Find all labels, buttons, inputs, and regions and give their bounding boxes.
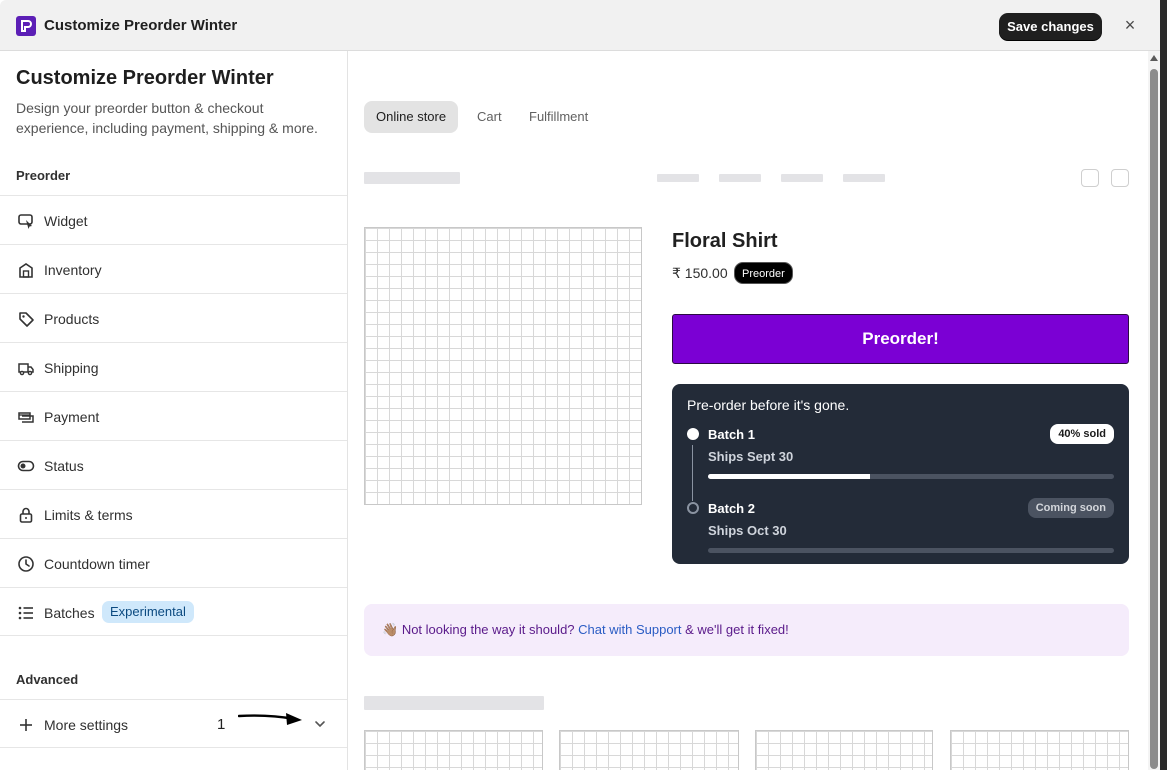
sidebar-item-label: Shipping <box>44 360 99 376</box>
tab-online-store[interactable]: Online store <box>364 101 459 133</box>
support-text-after: & we'll get it fixed! <box>685 622 789 637</box>
experimental-badge: Experimental <box>102 601 194 623</box>
related-product-image-placeholder <box>559 730 739 770</box>
waving-hand-icon: 👋🏽 <box>382 622 399 637</box>
plus-icon <box>20 719 32 731</box>
scroll-up-arrow-icon[interactable] <box>1150 55 1158 61</box>
window-edge <box>1160 0 1167 770</box>
sidebar-item-label: Batches <box>44 605 95 621</box>
sidebar-item-products[interactable]: Products <box>0 293 347 342</box>
widget-cursor-icon <box>18 214 33 229</box>
batch-status-badge: Coming soon <box>1027 498 1114 518</box>
chat-with-support-link[interactable]: Chat with Support <box>578 622 681 637</box>
tag-icon <box>19 312 34 327</box>
sidebar-item-payment[interactable]: Payment <box>0 391 347 440</box>
placeholder-nav-link <box>657 174 699 182</box>
tab-fulfillment[interactable]: Fulfillment <box>529 101 588 133</box>
sidebar-item-label: Status <box>44 458 84 474</box>
placeholder-nav-link <box>719 174 761 182</box>
support-banner: 👋🏽 Not looking the way it should? Chat w… <box>364 604 1129 656</box>
sidebar-item-label: Widget <box>44 213 88 229</box>
tab-cart[interactable]: Cart <box>477 101 502 133</box>
preview-panel: Online store Cart Fulfillment Floral Shi… <box>348 51 1160 770</box>
annotation-number: 1 <box>217 716 226 733</box>
placeholder-account-icon <box>1111 169 1129 187</box>
chevron-down-icon[interactable] <box>313 717 327 731</box>
support-text-before: Not looking the way it should? <box>401 622 575 637</box>
related-product-image-placeholder <box>755 730 933 770</box>
batch-progress-bar <box>708 474 1114 479</box>
batch-progress-bar <box>708 548 1114 553</box>
batches-widget: Pre-order before it's gone. Batch 1 Ship… <box>672 384 1129 564</box>
section-heading-advanced: Advanced <box>16 672 79 687</box>
delivery-truck-icon <box>18 363 34 376</box>
product-title: Floral Shirt <box>672 230 778 252</box>
more-settings-label: More settings <box>44 717 129 733</box>
sidebar-item-widget[interactable]: Widget <box>0 195 347 244</box>
sidebar-item-batches[interactable]: Batches Experimental <box>0 587 347 636</box>
sidebar-title: Customize Preorder Winter <box>16 67 274 89</box>
batch-progress-fill <box>708 474 871 479</box>
product-price: ₹ 150.00 <box>672 265 728 281</box>
batches-heading: Pre-order before it's gone. <box>687 397 850 413</box>
sidebar-item-label: Limits & terms <box>44 507 133 523</box>
lock-icon <box>19 507 33 523</box>
preorder-button[interactable]: Preorder! <box>672 314 1129 364</box>
product-image-placeholder <box>364 227 642 505</box>
toggle-icon <box>17 460 35 472</box>
batch-ship-date: Ships Oct 30 <box>708 523 787 538</box>
batch-name: Batch 1 <box>708 427 755 442</box>
section-heading-preorder: Preorder <box>16 168 71 183</box>
support-text: 👋🏽 Not looking the way it should? Chat w… <box>382 622 789 638</box>
window-title: Customize Preorder Winter <box>44 17 238 34</box>
sidebar-item-countdown-timer[interactable]: Countdown timer <box>0 538 347 587</box>
placeholder-cart-icon <box>1081 169 1099 187</box>
list-icon <box>18 606 33 620</box>
clock-icon <box>18 556 34 572</box>
payment-card-icon <box>18 412 34 423</box>
timeline-line <box>692 445 693 501</box>
sidebar-item-label: Payment <box>44 409 100 425</box>
batch-dot-upcoming <box>687 502 699 514</box>
app-window: Customize Preorder Winter Save changes ×… <box>0 0 1167 770</box>
sidebar-item-status[interactable]: Status <box>0 440 347 489</box>
placeholder-nav-link <box>843 174 885 182</box>
batch-ship-date: Ships Sept 30 <box>708 449 794 464</box>
settings-sidebar: Customize Preorder Winter Design your pr… <box>0 51 348 770</box>
batch-name: Batch 2 <box>708 501 755 516</box>
sidebar-description: Design your preorder button & checkout e… <box>16 100 318 136</box>
related-product-image-placeholder <box>364 730 543 770</box>
more-settings-toggle[interactable]: More settings 1 <box>0 699 347 748</box>
preorder-badge: Preorder <box>734 262 793 284</box>
placeholder-section-title <box>364 696 544 710</box>
annotation-arrow-icon <box>238 713 302 725</box>
sidebar-item-label: Countdown timer <box>44 556 150 572</box>
placeholder-logo <box>364 172 460 184</box>
close-icon[interactable]: × <box>1121 16 1139 34</box>
vertical-scrollbar[interactable] <box>1148 51 1160 770</box>
sidebar-item-inventory[interactable]: Inventory <box>0 244 347 293</box>
warehouse-icon <box>19 263 33 278</box>
top-bar: Customize Preorder Winter Save changes × <box>0 0 1160 51</box>
app-logo-icon <box>16 16 36 36</box>
sidebar-item-shipping[interactable]: Shipping <box>0 342 347 391</box>
batch-status-badge: 40% sold <box>1050 424 1114 444</box>
sidebar-item-label: Inventory <box>44 262 102 278</box>
batch-dot-active <box>687 428 699 440</box>
related-product-image-placeholder <box>950 730 1129 770</box>
scrollbar-thumb[interactable] <box>1150 69 1158 769</box>
save-changes-button[interactable]: Save changes <box>999 13 1102 40</box>
sidebar-item-limits-terms[interactable]: Limits & terms <box>0 489 347 538</box>
placeholder-nav-link <box>781 174 823 182</box>
sidebar-item-label: Products <box>44 311 100 327</box>
